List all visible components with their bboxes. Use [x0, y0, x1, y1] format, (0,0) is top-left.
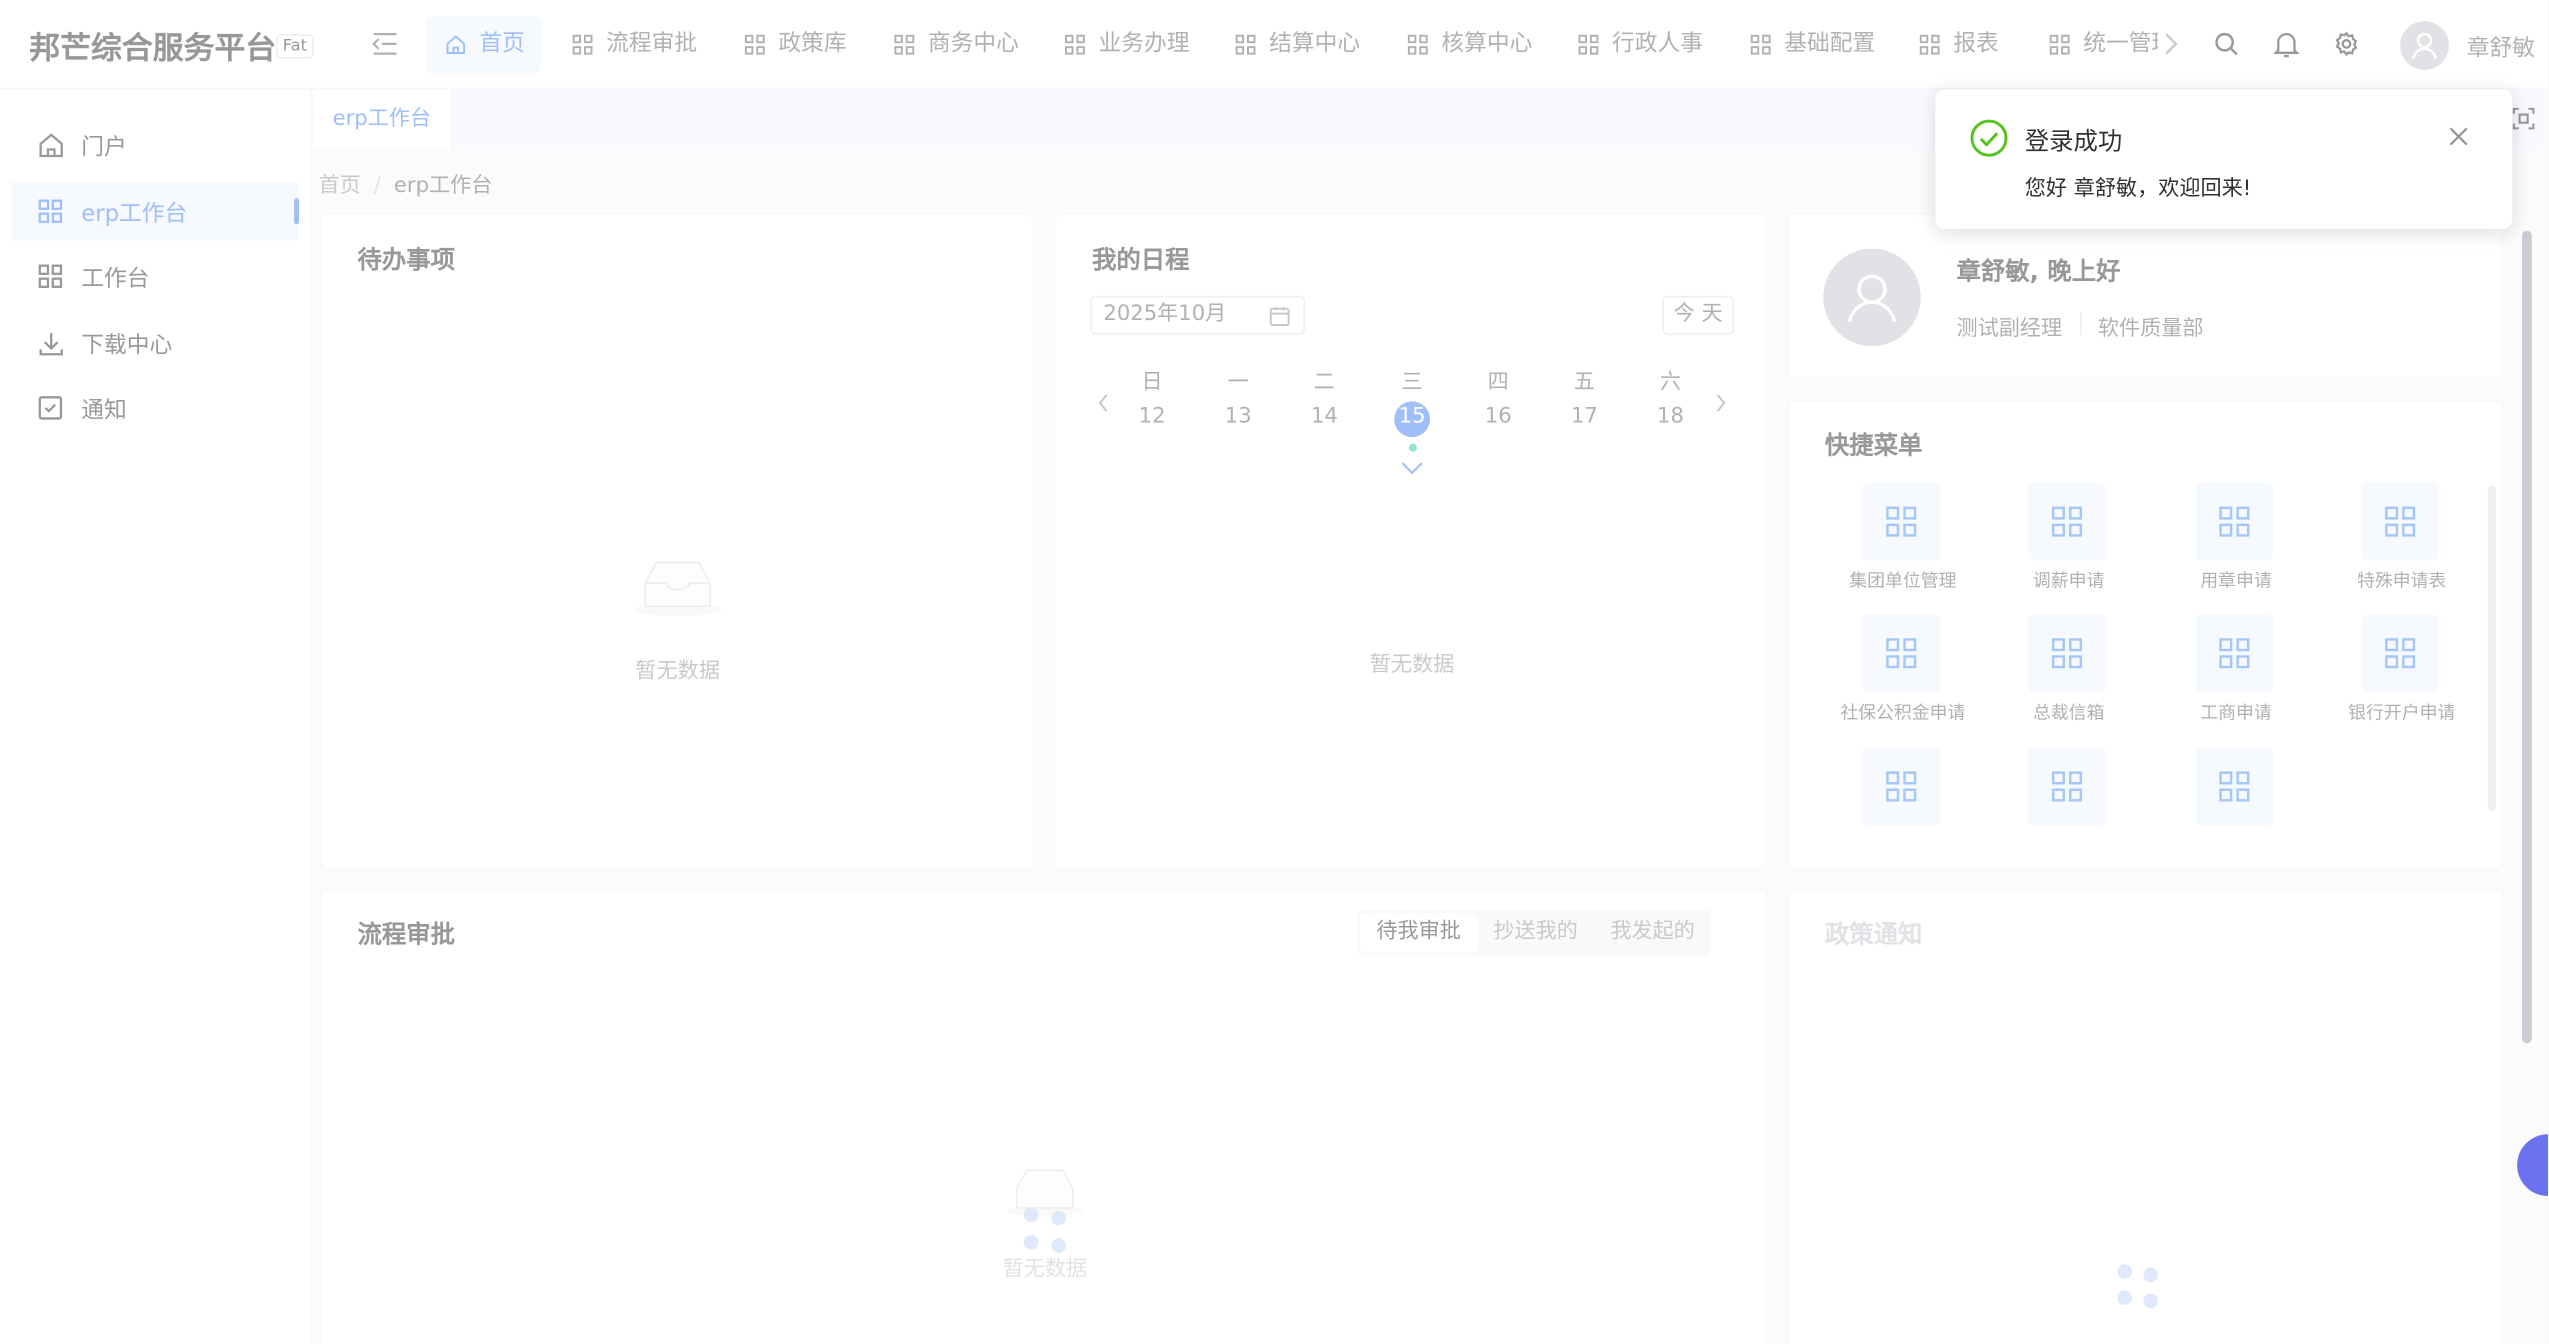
page-scrollbar[interactable]: [2522, 230, 2532, 1044]
notification-message: 您好 章舒敏，欢迎回来!: [2024, 177, 2252, 202]
close-icon[interactable]: [2449, 127, 2469, 147]
success-icon: [1970, 119, 2008, 157]
login-notification: 登录成功 您好 章舒敏，欢迎回来!: [1935, 89, 2513, 230]
notification-title: 登录成功: [2024, 126, 2123, 156]
